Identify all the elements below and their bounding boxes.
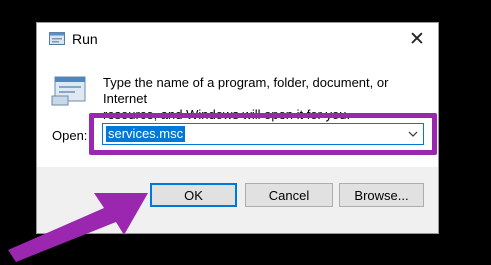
browse-button[interactable]: Browse... [339, 183, 424, 207]
description-line-1: Type the name of a program, folder, docu… [103, 75, 389, 106]
cancel-button[interactable]: Cancel [245, 183, 333, 207]
close-button[interactable]: ✕ [402, 26, 432, 52]
ok-button[interactable]: OK [150, 183, 237, 207]
run-dialog: Run ✕ Type the name of a program, folder… [36, 22, 439, 234]
open-input-value: services.msc [106, 126, 186, 142]
button-bar: OK Cancel Browse... [37, 167, 438, 233]
open-input[interactable]: services.msc [102, 123, 424, 145]
run-app-icon [49, 32, 65, 45]
window-title: Run [72, 31, 98, 47]
close-icon: ✕ [409, 28, 425, 50]
open-label: Open: [52, 128, 88, 143]
title-bar: Run ✕ [37, 23, 438, 55]
run-program-icon [51, 76, 86, 106]
chevron-down-icon[interactable] [408, 129, 418, 139]
